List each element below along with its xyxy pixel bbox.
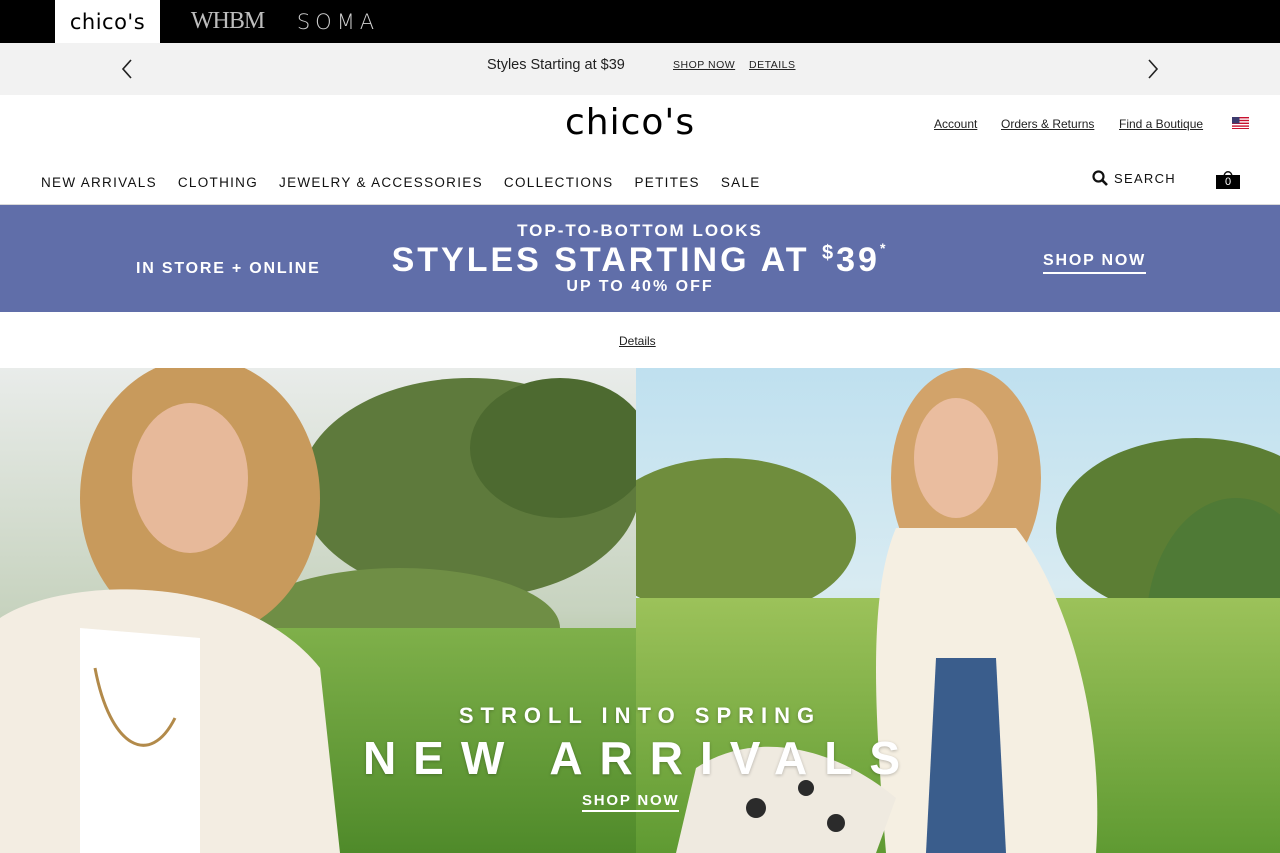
- hero-banner[interactable]: STROLL INTO SPRING NEW ARRIVALS SHOP NOW: [0, 368, 1280, 853]
- chevron-right-icon[interactable]: [1139, 56, 1165, 82]
- search-button[interactable]: SEARCH: [1092, 170, 1176, 186]
- nav-item-clothing[interactable]: CLOTHING: [178, 175, 258, 190]
- us-flag-icon[interactable]: [1232, 117, 1249, 129]
- brand-tab-soma[interactable]: SOMA: [288, 0, 388, 43]
- promo-details-link[interactable]: DETAILS: [749, 59, 795, 71]
- details-link[interactable]: Details: [619, 334, 656, 348]
- brand-bar: chico's WHBM SOMA: [0, 0, 1280, 43]
- banner-headline-text: STYLES STARTING AT: [391, 241, 822, 279]
- banner-asterisk: *: [879, 240, 889, 256]
- banner-shop-now-button[interactable]: SHOP NOW: [1043, 252, 1147, 274]
- banner-price-dollar: $: [821, 242, 837, 264]
- banner-eyebrow: TOP-TO-BOTTOM LOOKS: [517, 221, 763, 240]
- shopping-bag-button[interactable]: 0: [1216, 168, 1242, 190]
- promo-shop-now-link[interactable]: SHOP NOW: [673, 59, 735, 71]
- bag-count: 0: [1216, 175, 1240, 189]
- account-link[interactable]: Account: [934, 117, 977, 131]
- hero-eyebrow: STROLL INTO SPRING: [458, 703, 822, 728]
- nav-item-collections[interactable]: COLLECTIONS: [504, 175, 614, 190]
- nav-item-new-arrivals[interactable]: NEW ARRIVALS: [41, 175, 157, 190]
- orders-returns-link[interactable]: Orders & Returns: [1001, 117, 1094, 131]
- brand-tab-chicos[interactable]: chico's: [55, 0, 160, 43]
- promo-banner[interactable]: IN STORE + ONLINE TOP-TO-BOTTOM LOOKS ST…: [0, 205, 1280, 312]
- hero-headline: NEW ARRIVALS: [362, 732, 918, 784]
- nav-item-jewelry-accessories[interactable]: JEWELRY & ACCESSORIES: [279, 175, 483, 190]
- promo-strip: Styles Starting at $39 SHOP NOW DETAILS: [0, 43, 1280, 95]
- nav-item-petites[interactable]: PETITES: [634, 175, 699, 190]
- hero-shop-now-button[interactable]: SHOP NOW: [582, 792, 680, 812]
- nav-item-sale[interactable]: SALE: [721, 175, 761, 190]
- promo-strip-text: Styles Starting at $39: [487, 57, 625, 73]
- find-boutique-link[interactable]: Find a Boutique: [1119, 117, 1203, 131]
- search-icon: [1092, 170, 1108, 186]
- search-label: SEARCH: [1114, 170, 1176, 186]
- banner-price: 39: [836, 241, 880, 279]
- banner-subheadline: UP TO 40% OFF: [566, 278, 714, 295]
- site-logo[interactable]: chico's: [565, 102, 695, 143]
- main-nav: NEW ARRIVALS CLOTHING JEWELRY & ACCESSOR…: [41, 175, 761, 190]
- brand-tab-whbm[interactable]: WHBM: [180, 0, 275, 43]
- chevron-left-icon[interactable]: [115, 56, 141, 82]
